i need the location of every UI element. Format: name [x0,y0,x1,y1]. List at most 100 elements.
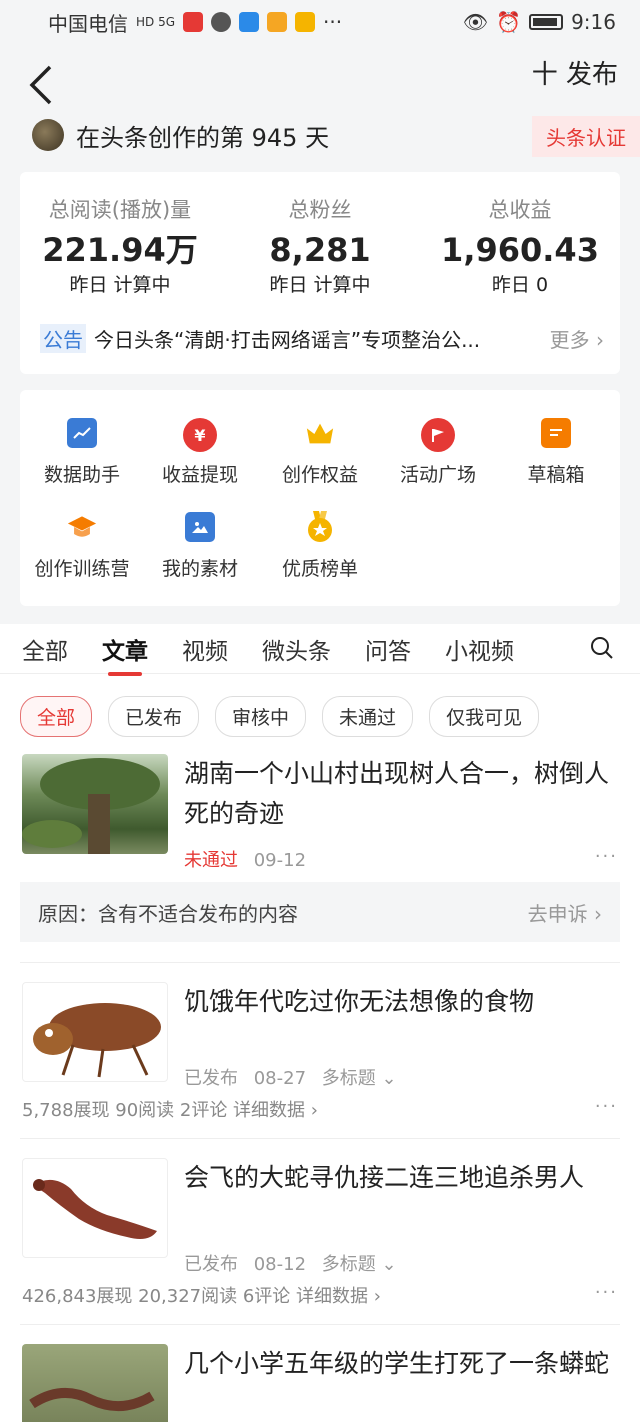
announcement-more-link[interactable]: 更多 › [550,324,604,353]
flag-icon [421,418,455,452]
creation-days: 在头条创作的第 945 天 [76,123,330,152]
app-icon [295,12,316,32]
tool-training-camp[interactable]: 创作训练营 [22,512,142,581]
tab-videos[interactable]: 视频 [182,632,228,666]
stat-label: 总阅读(播放)量 [48,198,192,222]
article-stats[interactable]: 5,788展现 90阅读 2评论 详细数据 › [22,1096,318,1122]
total-income-stat[interactable]: 总收益 1,960.43 昨日 0 [420,172,620,297]
stats-card: 总阅读(播放)量 221.94万 昨日 计算中 总粉丝 8,281 昨日 计算中… [20,172,620,374]
tool-activity-plaza[interactable]: 活动广场 [378,418,498,487]
article-title[interactable]: 饥饿年代吃过你无法想像的食物 [184,982,622,1022]
tab-micro-posts[interactable]: 微头条 [262,632,331,666]
alarm-icon: ⏰ [496,10,522,34]
search-icon[interactable] [590,636,614,660]
article-item[interactable]: 饥饿年代吃过你无法想像的食物 已发布 08-27 多标题 ⌄ 5,788展现 9… [0,982,640,1132]
chip-reviewing[interactable]: 审核中 [215,696,307,737]
total-reads-stat[interactable]: 总阅读(播放)量 221.94万 昨日 计算中 [20,172,220,297]
avatar[interactable] [32,119,64,151]
stat-value: 221.94万 [42,231,198,269]
creator-row: 在头条创作的第 945 天 头条认证 [0,112,640,158]
app-icon [267,12,288,32]
article-status: 未通过 [184,850,238,871]
divider [20,1324,620,1325]
article-stats[interactable]: 426,843展现 20,327阅读 6评论 详细数据 › [22,1282,381,1308]
status-filter-chips: 全部 已发布 审核中 未通过 仅我可见 [20,696,540,737]
more-options-icon[interactable]: ··· [595,1096,618,1117]
rejection-reason: 原因：含有不适合发布的内容 去申诉 › [20,882,620,942]
app-icon [183,12,204,32]
announcement-text[interactable]: 今日头条“清朗·打击网络谣言”专项整治公... [94,324,538,353]
appeal-link[interactable]: 去申诉 › [528,898,602,927]
multi-title-toggle[interactable]: 多标题 ⌄ [322,1254,397,1275]
article-title[interactable]: 湖南一个小山村出现树人合一，树倒人死的奇迹 [184,754,622,834]
tool-label: 草稿箱 [527,464,585,486]
article-status: 已发布 [184,1254,238,1275]
article-item[interactable]: 几个小学五年级的学生打死了一条蟒蛇 [0,1344,640,1422]
chart-icon [67,418,97,448]
tab-qa[interactable]: 问答 [365,632,411,666]
tab-short-videos[interactable]: 小视频 [445,632,514,666]
divider [20,1138,620,1139]
app-icon [211,12,232,32]
article-item[interactable]: 会飞的大蛇寻仇接二连三地追杀男人 已发布 08-12 多标题 ⌄ 426,843… [0,1158,640,1308]
tool-label: 收益提现 [161,464,238,486]
battery-icon [529,14,564,30]
yen-icon: ¥ [183,418,217,452]
announcement-tag: 公告 [40,324,86,353]
article-date: 09-12 [253,850,307,871]
stat-value: 8,281 [269,231,371,269]
more-notifications-icon: ··· [323,10,343,34]
article-title[interactable]: 会飞的大蛇寻仇接二连三地追杀男人 [184,1158,622,1198]
stat-sub: 昨日 0 [491,274,549,296]
multi-title-toggle[interactable]: 多标题 ⌄ [322,1068,397,1089]
stat-value: 1,960.43 [441,231,599,269]
article-thumbnail [22,1344,168,1422]
tool-label: 优质榜单 [281,558,358,580]
tool-data-assistant[interactable]: 数据助手 [22,418,142,487]
crown-icon [305,418,335,448]
medal-icon [305,511,335,542]
article-meta: 已发布 08-12 多标题 ⌄ [184,1250,397,1276]
article-title[interactable]: 几个小学五年级的学生打死了一条蟒蛇 [184,1344,622,1384]
tab-all[interactable]: 全部 [22,632,68,666]
app-icon [239,12,260,32]
article-date: 08-27 [253,1068,307,1089]
content-tabs: 全部 文章 视频 微头条 问答 小视频 [0,624,640,676]
back-arrow-icon[interactable] [28,64,54,114]
article-date: 08-12 [253,1254,307,1275]
divider [20,962,620,963]
article-thumbnail [22,982,168,1082]
chip-rejected[interactable]: 未通过 [322,696,414,737]
publish-button[interactable]: 十 发布 [532,54,618,91]
total-fans-stat[interactable]: 总粉丝 8,281 昨日 计算中 [220,172,420,297]
clock-time: 9:16 [571,10,616,34]
draft-icon [541,418,571,448]
status-bar: 中国电信 HD 5G ··· 👁 ⏰ 9:16 [0,0,640,44]
tool-drafts[interactable]: 草稿箱 [496,418,616,487]
tool-label: 创作权益 [281,464,358,486]
chip-published[interactable]: 已发布 [108,696,200,737]
more-options-icon[interactable]: ··· [595,1282,618,1303]
article-meta: 已发布 08-27 多标题 ⌄ [184,1064,397,1090]
eye-icon: 👁 [462,10,489,34]
chip-all[interactable]: 全部 [20,696,93,737]
tool-label: 活动广场 [399,464,476,486]
tool-income-withdraw[interactable]: ¥ 收益提现 [140,418,260,487]
tab-articles[interactable]: 文章 [102,632,148,676]
chip-private[interactable]: 仅我可见 [429,696,540,737]
tools-grid: 数据助手 ¥ 收益提现 创作权益 活动广场 草稿箱 创作训练营 我的素材 优质榜… [20,390,620,606]
tool-creator-rights[interactable]: 创作权益 [260,418,380,487]
more-options-icon[interactable]: ··· [595,846,618,867]
certification-badge[interactable]: 头条认证 [532,116,640,157]
signal-icon: HD 5G [136,15,176,29]
article-thumbnail [22,754,168,854]
tool-my-materials[interactable]: 我的素材 [140,512,260,581]
content-panel: 全部 文章 视频 微头条 问答 小视频 全部 已发布 审核中 未通过 仅我可见 … [0,624,640,1422]
carrier-label: 中国电信 [48,11,128,36]
tool-quality-ranking[interactable]: 优质榜单 [260,511,380,581]
grad-cap-icon [67,512,97,542]
announcement-bar[interactable]: 公告 今日头条“清朗·打击网络谣言”专项整治公... 更多 › [40,324,604,353]
article-status: 已发布 [184,1068,238,1089]
article-meta: 未通过 09-12 [184,846,306,872]
tool-label: 我的素材 [161,558,238,580]
